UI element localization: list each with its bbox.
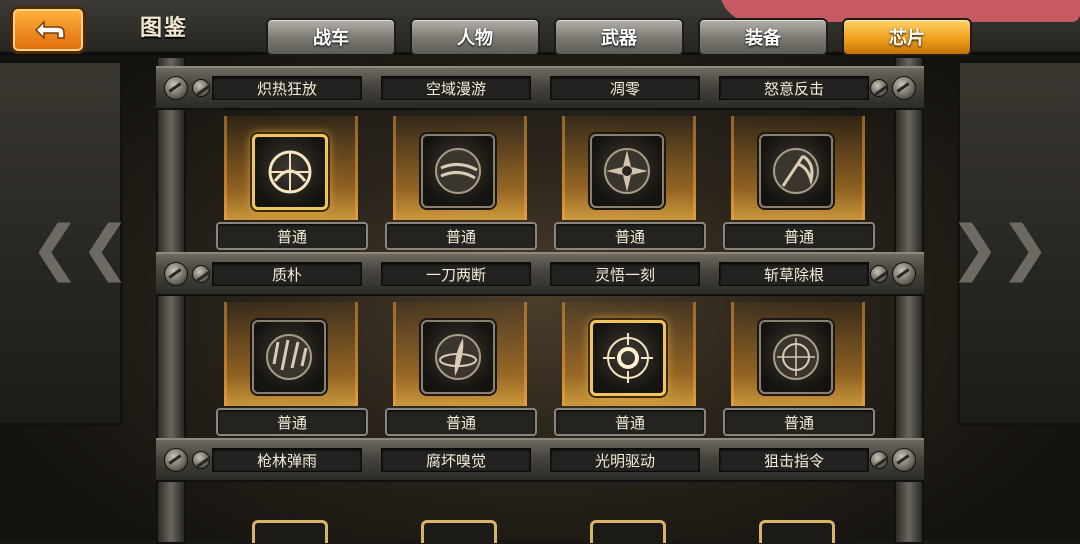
chip-name: 腐坏嗅觉 bbox=[381, 448, 531, 472]
tab-vehicle[interactable]: 战车 bbox=[266, 18, 396, 56]
chip-name: 空域漫游 bbox=[381, 76, 531, 100]
chip-card[interactable]: 普通 bbox=[546, 108, 706, 258]
rarity-label: 普通 bbox=[554, 222, 706, 250]
rarity-label: 普通 bbox=[723, 408, 875, 436]
chevron-left-icon: ❮❮ bbox=[30, 213, 131, 283]
bolt-icon bbox=[892, 76, 916, 100]
chip-name: 凋零 bbox=[550, 76, 700, 100]
chip-name: 灵悟一刻 bbox=[550, 262, 700, 286]
tab-weapon[interactable]: 武器 bbox=[554, 18, 684, 56]
chip-card[interactable]: 普通 bbox=[208, 108, 368, 258]
crosshair-arc-icon[interactable] bbox=[252, 134, 328, 210]
bullet-rain-icon[interactable] bbox=[252, 320, 326, 394]
bolt-icon bbox=[192, 79, 210, 97]
top-bar: 图鉴 战车 人物 武器 装备 芯片 bbox=[0, 0, 1080, 56]
bolt-icon bbox=[164, 262, 188, 286]
scope-icon[interactable] bbox=[759, 320, 833, 394]
chip-name: 质朴 bbox=[212, 262, 362, 286]
scythe-icon[interactable] bbox=[759, 134, 833, 208]
bolt-icon bbox=[892, 448, 916, 472]
target-burst-icon[interactable] bbox=[590, 320, 666, 396]
chip-name: 枪林弹雨 bbox=[212, 448, 362, 472]
chip-name: 炽热狂放 bbox=[212, 76, 362, 100]
bolt-icon bbox=[192, 265, 210, 283]
tab-chip[interactable]: 芯片 bbox=[842, 18, 972, 56]
shelf-bar: 质朴 一刀两断 灵悟一刻 斩草除根 bbox=[156, 252, 924, 296]
codex-shelf: 炽热狂放 空域漫游 凋零 怒意反击 普通 普通 普通 普通 质朴 一刀两断 灵悟… bbox=[156, 56, 924, 544]
shelf-bar: 炽热狂放 空域漫游 凋零 怒意反击 bbox=[156, 66, 924, 110]
chip-card[interactable]: 普通 bbox=[377, 108, 537, 258]
tab-character[interactable]: 人物 bbox=[410, 18, 540, 56]
chip-card[interactable]: 普通 bbox=[546, 294, 706, 444]
bolt-icon bbox=[164, 76, 188, 100]
chip-card[interactable]: 普通 bbox=[208, 294, 368, 444]
shelf-bar: 枪林弹雨 腐坏嗅觉 光明驱动 狙击指令 bbox=[156, 438, 924, 482]
rarity-label: 普通 bbox=[216, 408, 368, 436]
chip-card[interactable]: 普通 bbox=[377, 294, 537, 444]
slash-orb-icon[interactable] bbox=[421, 134, 495, 208]
bolt-icon bbox=[870, 265, 888, 283]
chip-row: 普通 普通 普通 普通 bbox=[182, 294, 898, 444]
chip-card[interactable]: 普通 bbox=[715, 108, 875, 258]
bolt-icon bbox=[892, 262, 916, 286]
chip-row: 普通 普通 普通 普通 bbox=[182, 108, 898, 258]
return-arrow-icon bbox=[34, 20, 65, 40]
rarity-label: 普通 bbox=[723, 222, 875, 250]
bolt-icon bbox=[192, 451, 210, 469]
chip-card[interactable]: 普通 bbox=[715, 294, 875, 444]
chip-name: 狙击指令 bbox=[719, 448, 869, 472]
rarity-label: 普通 bbox=[385, 408, 537, 436]
chip-name: 斩草除根 bbox=[719, 262, 869, 286]
category-tabs: 战车 人物 武器 装备 芯片 bbox=[266, 18, 972, 56]
rarity-label: 普通 bbox=[216, 222, 368, 250]
chevron-right-icon: ❯❯ bbox=[949, 213, 1050, 283]
chip-name: 怒意反击 bbox=[719, 76, 869, 100]
blade-ring-icon[interactable] bbox=[421, 320, 495, 394]
rarity-label: 普通 bbox=[385, 222, 537, 250]
bolt-icon bbox=[870, 79, 888, 97]
back-button[interactable] bbox=[10, 6, 86, 54]
chip-name: 一刀两断 bbox=[381, 262, 531, 286]
shuriken-icon[interactable] bbox=[590, 134, 664, 208]
chip-name: 光明驱动 bbox=[550, 448, 700, 472]
left-corridor-door: ❮❮ bbox=[0, 60, 131, 426]
bolt-icon bbox=[164, 448, 188, 472]
right-corridor-door: ❯❯ bbox=[949, 60, 1080, 426]
rarity-label: 普通 bbox=[554, 408, 706, 436]
tab-equipment[interactable]: 装备 bbox=[698, 18, 828, 56]
bolt-icon bbox=[870, 451, 888, 469]
page-title: 图鉴 bbox=[140, 16, 189, 41]
